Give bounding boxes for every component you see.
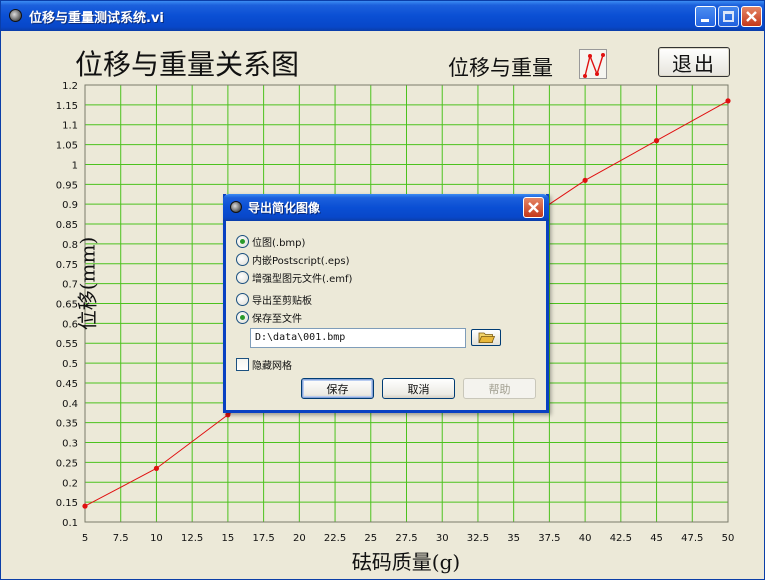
file-path-input[interactable]: D:\data\001.bmp (250, 328, 466, 348)
x-tick-label: 22.5 (324, 533, 346, 544)
y-tick-label: 0.5 (62, 359, 78, 370)
y-tick-label: 1.1 (62, 121, 78, 132)
option-save-to-file[interactable]: 保存至文件 (236, 309, 302, 325)
option-clipboard[interactable]: 导出至剪贴板 (236, 291, 312, 307)
dialog-app-icon (230, 201, 242, 213)
cancel-button[interactable]: 取消 (382, 378, 455, 399)
x-tick-label: 32.5 (467, 533, 489, 544)
hide-grid-checkbox[interactable] (236, 357, 249, 371)
browse-button[interactable] (471, 329, 501, 346)
y-tick-label: 0.45 (56, 379, 78, 390)
radio-emf[interactable] (236, 270, 249, 284)
y-tick-label: 0.1 (62, 518, 78, 529)
y-tick-label: 1.15 (56, 101, 78, 112)
folder-open-icon (478, 332, 496, 343)
x-tick-label: 30 (436, 533, 449, 544)
y-tick-label: 0.35 (56, 419, 78, 430)
x-tick-label: 50 (722, 533, 735, 544)
radio-save-to-file[interactable] (236, 310, 249, 324)
x-tick-label: 27.5 (395, 533, 417, 544)
x-tick-label: 40 (579, 533, 592, 544)
y-tick-label: 0.2 (62, 478, 78, 489)
x-axis-label: 砝码质量(g) (351, 550, 461, 574)
y-tick-label: 0.15 (56, 498, 78, 509)
x-tick-label: 15 (222, 533, 235, 544)
data-point (653, 138, 660, 144)
y-tick-label: 1 (72, 160, 78, 171)
x-tick-label: 47.5 (681, 533, 703, 544)
y-tick-label: 0.4 (62, 399, 78, 410)
data-point (153, 465, 160, 471)
option-emf[interactable]: 增强型图元文件(.emf) (236, 269, 352, 285)
hide-grid-label: 隐藏网格 (252, 360, 292, 372)
main-window: 位移与重量测试系统.vi 位移与重量关系图 位移与重量 退出 5 7.5 10 12.… (0, 0, 765, 580)
data-point (582, 177, 588, 183)
y-tick-label: 1.2 (62, 81, 78, 92)
x-tick-label: 20 (293, 533, 306, 544)
x-tick-label: 35 (507, 533, 520, 544)
option-save-to-file-label: 保存至文件 (252, 313, 302, 325)
dialog-title: 导出简化图像 (248, 201, 321, 215)
radio-clipboard[interactable] (236, 292, 249, 306)
y-tick-label: 0.3 (62, 439, 78, 450)
dialog-title-bar[interactable]: 导出简化图像 (223, 194, 549, 221)
y-tick-label: 0.25 (56, 458, 78, 469)
y-tick-label: 0.95 (56, 180, 78, 191)
x-tick-label: 42.5 (610, 533, 632, 544)
hide-grid-option[interactable]: 隐藏网格 (236, 356, 292, 372)
close-icon (528, 202, 539, 213)
data-point (82, 503, 88, 509)
x-tick-label: 12.5 (181, 533, 203, 544)
save-button[interactable]: 保存 (301, 378, 374, 399)
option-emf-label: 增强型图元文件(.emf) (252, 273, 353, 285)
x-tick-label: 10 (150, 533, 163, 544)
x-tick-label: 25 (364, 533, 377, 544)
dialog-close-button[interactable] (523, 197, 544, 218)
option-bmp-label: 位图(.bmp) (252, 237, 306, 249)
x-tick-label: 17.5 (252, 533, 274, 544)
radio-eps[interactable] (236, 252, 249, 266)
x-tick-label: 45 (650, 533, 663, 544)
data-point (725, 98, 731, 104)
help-button[interactable]: 帮助 (463, 378, 536, 399)
option-bmp[interactable]: 位图(.bmp) (236, 233, 305, 249)
radio-bmp[interactable] (236, 234, 249, 248)
option-eps[interactable]: 内嵌Postscript(.eps) (236, 251, 349, 267)
y-axis-label: 位移(mm) (75, 236, 100, 331)
y-tick-label: 1.05 (56, 141, 78, 152)
x-tick-label: 5 (82, 533, 88, 544)
export-image-dialog: 导出简化图像 位图(.bmp) 内嵌Postscript(.eps) 增强型图元… (223, 194, 549, 413)
option-clipboard-label: 导出至剪贴板 (252, 295, 312, 307)
x-tick-label: 37.5 (538, 533, 560, 544)
option-eps-label: 内嵌Postscript(.eps) (252, 255, 350, 267)
x-tick-label: 7.5 (113, 533, 129, 544)
